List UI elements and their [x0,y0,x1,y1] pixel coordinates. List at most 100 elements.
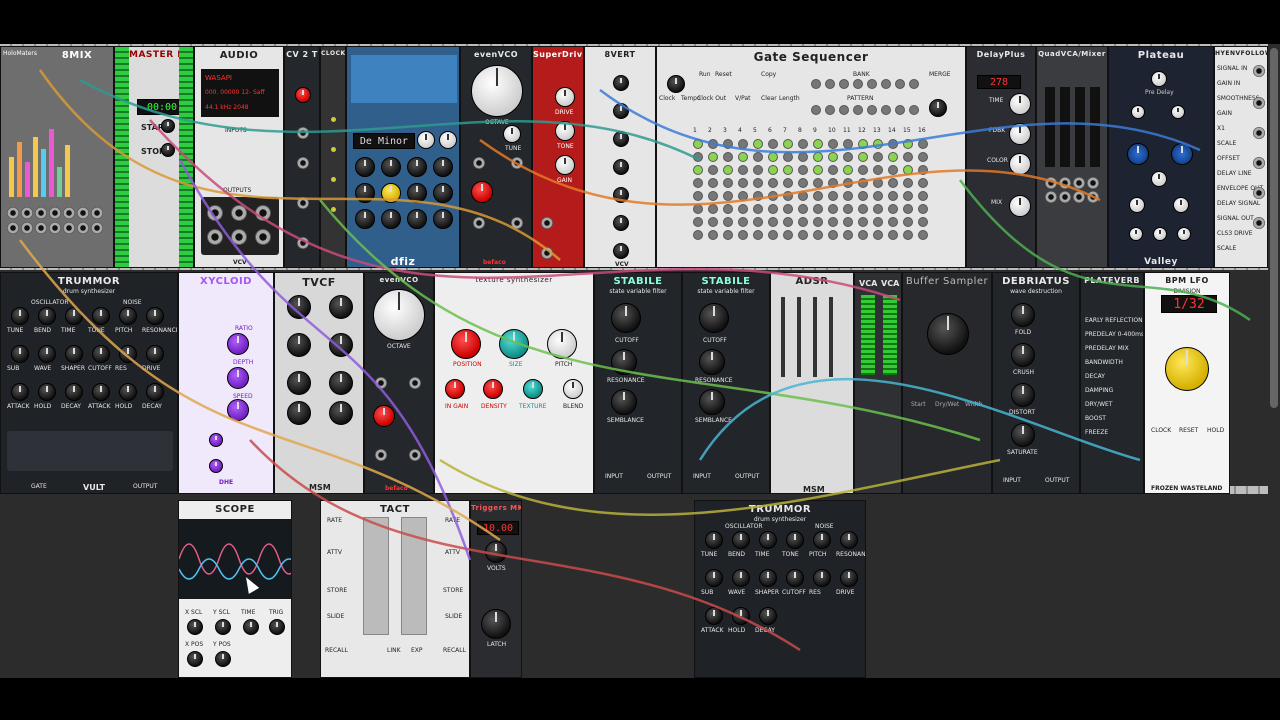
jack[interactable] [1253,97,1265,109]
jack[interactable] [409,377,421,389]
knob[interactable] [759,607,777,625]
knob[interactable] [243,619,259,635]
pattern-buttons[interactable] [811,105,920,115]
gate-step-button[interactable] [783,165,793,175]
module-xycloid[interactable]: XYCLOID RATIO DEPTH SPEED DHE [178,272,274,494]
gate-step-button[interactable] [888,204,898,214]
gate-step-button[interactable] [798,178,808,188]
color-knob[interactable] [1009,153,1031,175]
gate-step-button[interactable] [873,217,883,227]
gate-step-button[interactable] [858,178,868,188]
gate-step-button[interactable] [693,139,703,149]
gate-step-button[interactable] [903,191,913,201]
jack[interactable] [375,449,387,461]
jack[interactable] [541,217,553,229]
gate-step-button[interactable] [918,204,928,214]
gate-step-button[interactable] [843,178,853,188]
module-vca[interactable]: VCA VCA [854,272,902,494]
knob[interactable] [613,215,629,231]
resonance-knob[interactable] [611,349,637,375]
gate-step-button[interactable] [768,204,778,214]
feedback-knob[interactable] [1009,123,1031,145]
gate-step-button[interactable] [708,230,718,240]
gate-step-button[interactable] [843,217,853,227]
gate-step-button[interactable] [723,178,733,188]
module-stabile-1[interactable]: STABILE state variable filter CUTOFF RES… [594,272,682,494]
module-hyenvfollower[interactable]: HYENVFOLLOWER SIGNAL INGAIN INSMOOTHNESS… [1214,46,1268,268]
gate-step-button[interactable] [783,178,793,188]
gate-step-button[interactable] [723,191,733,201]
gate-step-button[interactable] [753,191,763,201]
jack[interactable] [1253,157,1265,169]
gate-step-button[interactable] [888,191,898,201]
knob[interactable] [705,531,723,549]
module-superdrive[interactable]: SuperDrive DRIVE TONE GAIN [532,46,584,268]
module-dfiz[interactable]: De Minor dfiz [346,46,460,268]
gate-step-button[interactable] [738,165,748,175]
gate-step-button[interactable] [858,139,868,149]
stop-button[interactable] [161,143,175,157]
gate-step-button[interactable] [843,191,853,201]
gate-step-button[interactable] [873,178,883,188]
gate-step-button[interactable] [888,178,898,188]
knob[interactable] [329,295,353,319]
tune-knob[interactable] [503,125,521,143]
gate-step-button[interactable] [753,165,763,175]
jack[interactable] [297,197,309,209]
start-button[interactable] [161,119,175,133]
gate-step-button[interactable] [873,204,883,214]
module-gate-sequencer[interactable]: Gate Sequencer Clock Tempo Run Reset Clo… [656,46,966,268]
gate-step-button[interactable] [723,165,733,175]
gate-step-button[interactable] [828,178,838,188]
module-tact[interactable]: TACT RATE ATTV STORE SLIDE RECALL LINK E… [320,500,470,678]
module-8vert[interactable]: 8VERT VCV [584,46,656,268]
gate-step-button[interactable] [873,230,883,240]
knob[interactable] [1153,227,1167,241]
jack[interactable] [1253,187,1265,199]
jack[interactable] [1253,217,1265,229]
module-evenvco-top[interactable]: evenVCO OCTAVE TUNE befaco [460,46,532,268]
ingain-knob[interactable] [445,379,465,399]
gate-step-button[interactable] [858,230,868,240]
gate-step-button[interactable] [723,204,733,214]
gate-step-button[interactable] [888,165,898,175]
touch-strip-right[interactable] [401,517,427,635]
gate-step-button[interactable] [693,152,703,162]
gate-step-button[interactable] [783,191,793,201]
knob[interactable] [1129,197,1145,213]
gate-step-button[interactable] [708,204,718,214]
knob[interactable] [65,307,83,325]
vertical-scrollbar[interactable] [1270,48,1278,408]
gate-step-button[interactable] [858,152,868,162]
gate-step-button[interactable] [813,217,823,227]
knob[interactable] [329,371,353,395]
mix-knob[interactable] [1009,195,1031,217]
knob[interactable] [187,651,203,667]
knob[interactable] [65,345,83,363]
gate-step-button[interactable] [753,204,763,214]
knob[interactable] [813,569,831,587]
module-plateau[interactable]: Plateau Pre Delay Valley [1108,46,1214,268]
knob[interactable] [38,345,56,363]
gate-step-button[interactable] [708,165,718,175]
module-audio[interactable]: AUDIO WASAPI 000. 00000 12- Saff 44.1 kH… [194,46,284,268]
gate-step-button[interactable] [843,152,853,162]
module-clock[interactable]: CLOCKD [320,46,346,268]
knob[interactable] [11,383,29,401]
gate-step-button[interactable] [858,165,868,175]
gate-step-button[interactable] [903,204,913,214]
gate-step-button[interactable] [768,139,778,149]
knob[interactable] [759,531,777,549]
knob[interactable] [732,569,750,587]
knob[interactable] [1131,105,1145,119]
semblance-knob[interactable] [611,389,637,415]
gate-step-button[interactable] [753,152,763,162]
gate-step-button[interactable] [753,178,763,188]
knob[interactable] [705,569,723,587]
gate-step-button[interactable] [813,178,823,188]
knob[interactable] [287,295,311,319]
knob[interactable] [119,345,137,363]
size-knob[interactable] [499,329,529,359]
gate-step-button[interactable] [828,152,838,162]
module-buffer-sampler[interactable]: Buffer Sampler Start Dry/Wet Width [902,272,992,494]
